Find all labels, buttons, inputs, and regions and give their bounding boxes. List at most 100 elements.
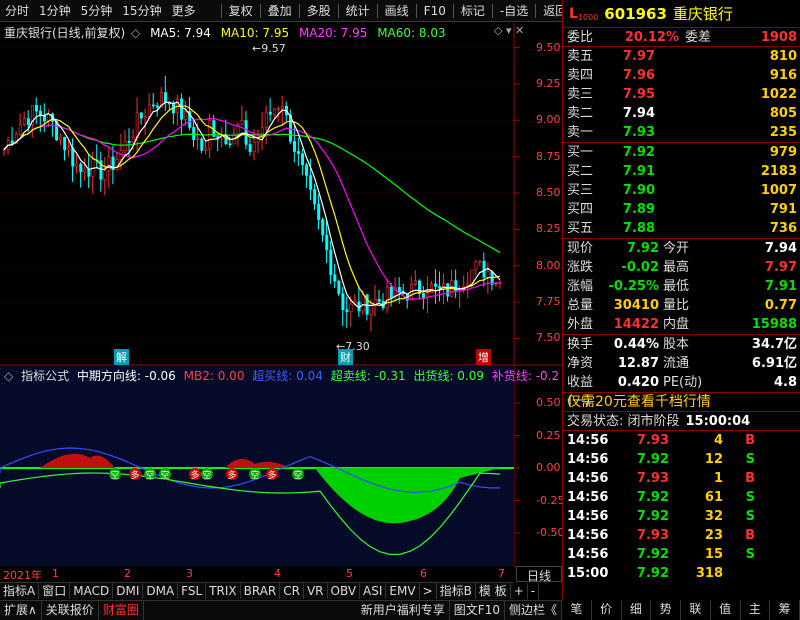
- chart-controls[interactable]: ◇ ▾ ✕: [494, 24, 524, 37]
- indicator-tick-label: -0.25: [536, 493, 565, 507]
- indicator-settings-icon[interactable]: ◇: [4, 369, 13, 383]
- toolbar-item-tongji[interactable]: 统计: [341, 0, 375, 22]
- stat-label: 涨跌: [567, 260, 594, 275]
- bid-row[interactable]: 买五 7.88 736: [563, 219, 800, 238]
- ask-row[interactable]: 卖二 7.94 805: [563, 104, 800, 123]
- bid-price: 7.90: [622, 183, 655, 198]
- candle-body: [297, 151, 301, 155]
- sidebar-toggle[interactable]: 侧边栏《: [505, 601, 562, 620]
- kline-chart[interactable]: 空多空空多空多空多空: [0, 23, 562, 567]
- ask-row[interactable]: 卖四 7.96 916: [563, 66, 800, 85]
- indicator-tab[interactable]: -: [528, 583, 540, 599]
- new-user-benefit-link[interactable]: 新用户福利专享: [357, 601, 450, 620]
- bid-row[interactable]: 买三 7.90 1007: [563, 181, 800, 200]
- toolbar-item-more[interactable]: 更多: [167, 0, 201, 22]
- ask-row[interactable]: 卖一 7.93 235: [563, 123, 800, 142]
- stat-label: 净资: [567, 356, 594, 371]
- toolbar-item-biaoji[interactable]: 标记: [456, 0, 490, 22]
- indicator-tab[interactable]: 窗口: [39, 583, 71, 599]
- promo-banner[interactable]: 仅需20元查看千档行情: [563, 393, 800, 412]
- wecha-label: 委差: [685, 30, 712, 45]
- stat-value: 4.8: [773, 375, 797, 390]
- tick-list[interactable]: 14:56 7.93 4 B 14:56 7.92 12 S 14:56 7.93 1 B 14:56 7…: [563, 431, 800, 583]
- settings-icon[interactable]: ◇: [131, 26, 140, 40]
- bottom-bar: 扩展∧ 关联报价 财富圈 新用户福利专享 图文F10 侧边栏《: [0, 600, 562, 620]
- toolbar-item-f10[interactable]: F10: [419, 0, 451, 22]
- right-tab[interactable]: 笔: [562, 600, 592, 620]
- indicator-tab[interactable]: +: [511, 583, 528, 599]
- tick-volume: 61: [704, 490, 723, 505]
- candle-body: [305, 164, 309, 176]
- indicator-tab[interactable]: CR: [280, 583, 304, 599]
- related-quote-tab[interactable]: 关联报价: [42, 601, 99, 620]
- right-tab[interactable]: 势: [651, 600, 681, 620]
- indicator-tab[interactable]: ASI: [360, 583, 387, 599]
- ask-row[interactable]: 卖五 7.97 810: [563, 47, 800, 66]
- indicator-tab[interactable]: 模 板: [476, 583, 511, 599]
- bid-row[interactable]: 买二 7.91 2183: [563, 162, 800, 181]
- stat-label: 现价: [567, 241, 594, 256]
- bid-row[interactable]: 买四 7.89 791: [563, 200, 800, 219]
- stat-label: 今开: [663, 241, 690, 256]
- indicator-tab[interactable]: OBV: [328, 583, 361, 599]
- ma20-label: MA20: 7.95: [298, 26, 368, 40]
- indicator-name[interactable]: 指标公式: [21, 369, 69, 383]
- tick-row: 14:56 7.93 23 B: [563, 526, 800, 545]
- signal-label: 多: [267, 469, 276, 481]
- toolbar-item-diejia[interactable]: 叠加: [263, 0, 297, 22]
- indicator-tab[interactable]: >: [420, 583, 437, 599]
- indicator-tab[interactable]: 指标A: [0, 583, 40, 599]
- signal-label: 空: [160, 469, 169, 481]
- tick-price: 7.92: [636, 547, 669, 562]
- f10-button[interactable]: 图文F10: [450, 601, 505, 620]
- marker-jie[interactable]: 解: [114, 349, 129, 365]
- toolbar-item-duogu[interactable]: 多股: [302, 0, 336, 22]
- indicator-tab[interactable]: 指标B: [437, 583, 476, 599]
- indicator-tab[interactable]: TRIX: [206, 583, 241, 599]
- right-tab[interactable]: 主: [741, 600, 771, 620]
- tick-time: 14:56: [567, 547, 609, 562]
- tick-direction: S: [745, 490, 755, 505]
- signal-marker: 空: [292, 468, 304, 481]
- tick-direction: S: [745, 509, 755, 524]
- ask-volume: 805: [769, 106, 797, 121]
- marker-zeng[interactable]: 增: [476, 349, 491, 365]
- toolbar-item-fenshi[interactable]: 分时: [0, 0, 34, 22]
- toolbar-item-5min[interactable]: 5分钟: [76, 0, 118, 22]
- right-tab[interactable]: 联: [681, 600, 711, 620]
- indicator-tab[interactable]: DMI: [113, 583, 144, 599]
- toolbar-item-huaxian[interactable]: 画线: [380, 0, 414, 22]
- stat-value: 34.7亿: [751, 337, 797, 352]
- toolbar-item-15min[interactable]: 15分钟: [117, 0, 166, 22]
- period-selector[interactable]: 日线: [516, 566, 562, 583]
- candle-body: [268, 111, 272, 115]
- wealth-circle-tab[interactable]: 财富圈: [99, 601, 144, 620]
- indicator-tab[interactable]: DMA: [143, 583, 179, 599]
- ask-row[interactable]: 卖三 7.95 1022: [563, 85, 800, 104]
- indicator-tab[interactable]: EMV: [386, 583, 420, 599]
- toolbar-item-zixuan[interactable]: -自选: [495, 0, 533, 22]
- marker-cai[interactable]: 财: [338, 349, 353, 365]
- promo-text[interactable]: 仅需20元查看千档行情: [567, 393, 711, 411]
- right-tab[interactable]: 细: [622, 600, 652, 620]
- right-tab[interactable]: 值: [711, 600, 741, 620]
- toolbar-item-1min[interactable]: 1分钟: [34, 0, 76, 22]
- stat-row: 外盘 14422 内盘 15988: [563, 315, 800, 334]
- indicator-tab[interactable]: BRAR: [241, 583, 281, 599]
- stat-value: 15988: [751, 317, 797, 332]
- tick-time: 14:56: [567, 528, 609, 543]
- bid-row[interactable]: 买一 7.92 979: [563, 143, 800, 162]
- indicator-tab[interactable]: VR: [304, 583, 328, 599]
- candle-body: [397, 286, 401, 293]
- expand-button[interactable]: 扩展∧: [0, 601, 42, 620]
- indicator-tab[interactable]: FSL: [178, 583, 207, 599]
- right-tab[interactable]: 价: [592, 600, 622, 620]
- indicator-tab[interactable]: MACD: [70, 583, 114, 599]
- indicator-mid: 中期方向线: -0.06: [76, 369, 176, 383]
- stock-name: 重庆银行: [672, 5, 733, 23]
- right-tab[interactable]: 筹: [770, 600, 800, 620]
- ma60-label: MA60: 8.03: [377, 26, 446, 40]
- signal-marker: 空: [249, 468, 261, 481]
- indicator-axis: 0.50 0.25 0.00 -0.25 -0.50: [536, 365, 565, 565]
- toolbar-item-fuquan[interactable]: 复权: [224, 0, 258, 22]
